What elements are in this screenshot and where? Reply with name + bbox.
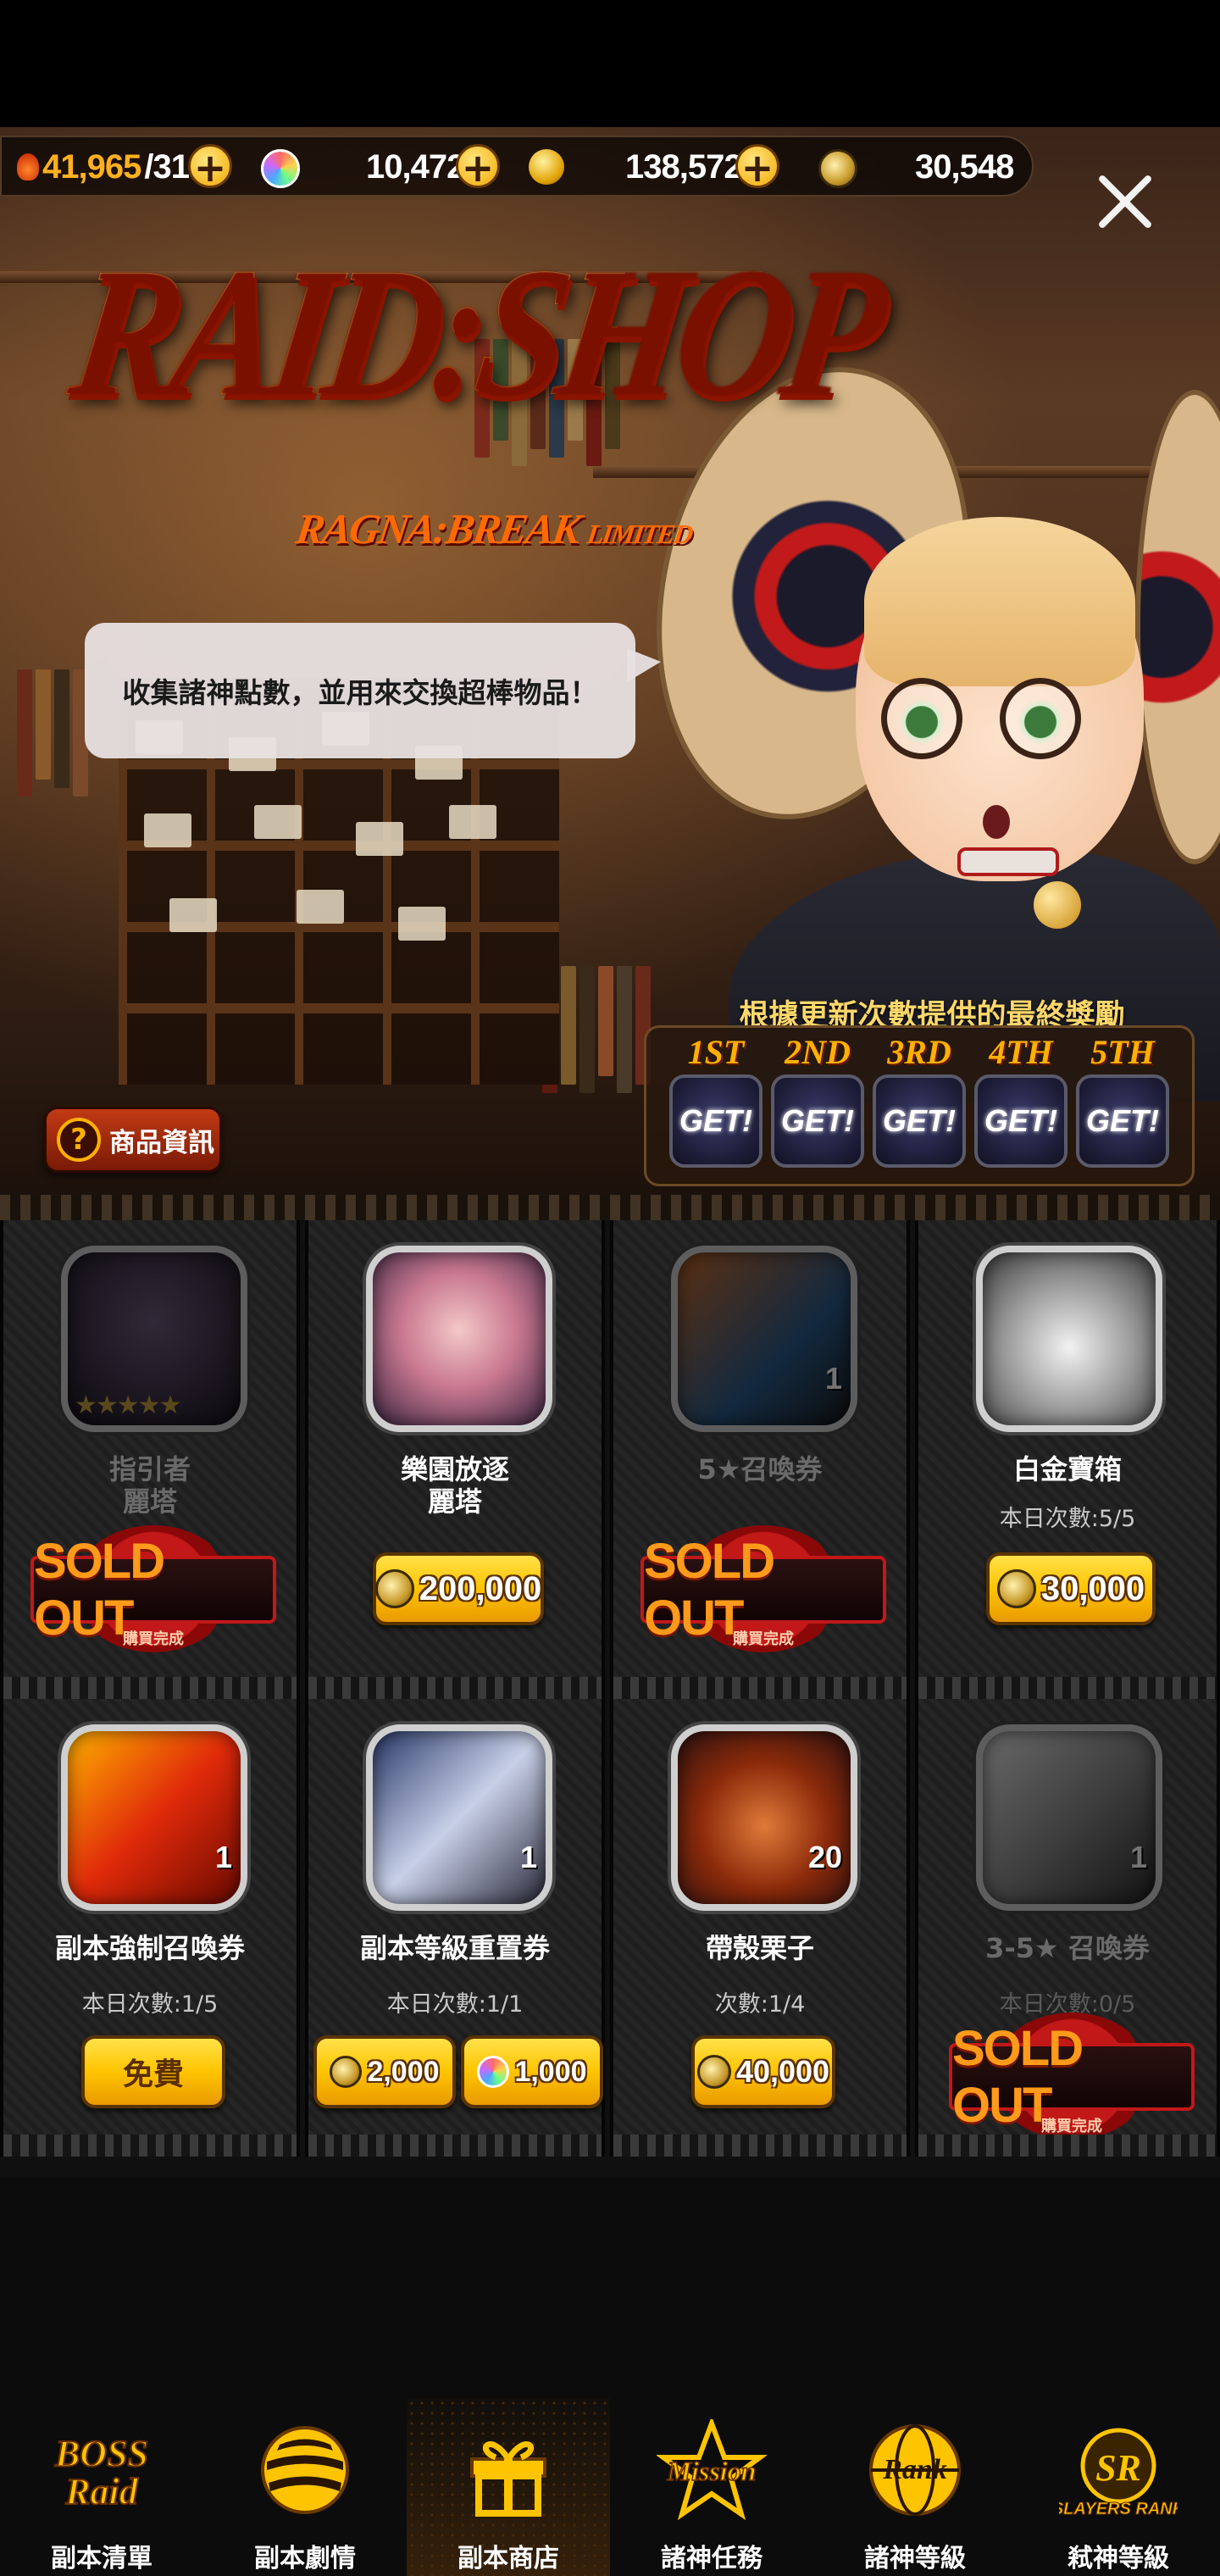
svg-text:Raid: Raid (64, 2471, 139, 2512)
rank-label-3rd: 3RD (887, 1033, 951, 1071)
item-thumbnail: 1 (61, 1724, 247, 1911)
gold-coin-stack-icon (529, 149, 564, 185)
striped-ball-icon (246, 2415, 364, 2525)
buy-button[interactable]: 40,000 (691, 2035, 835, 2108)
stamina-counter: 41,965 /314 (17, 146, 208, 188)
slayers-rank-icon: SR SLAYERS RANK (1059, 2415, 1178, 2525)
mission-star-icon: Mission (652, 2415, 771, 2525)
nav-raid-shop[interactable]: 副本商店 (407, 2398, 610, 2576)
raid-shop-logo: RAID:SHOP (47, 230, 890, 528)
shop-item-guide-rita[interactable]: ★★★★★ 指引者 麗塔 SOLD OUT 購買完成 (0, 1220, 300, 1699)
gift-box-icon (449, 2415, 568, 2525)
reward-get-button-4th[interactable]: GET! (974, 1074, 1068, 1168)
shop-item-chestnut[interactable]: 20 帶殼栗子 次數:1/4 40,000 (610, 1699, 910, 2157)
shop-item-forced-summon-ticket[interactable]: 1 副本強制召喚券 本日次數:1/5 免費 (0, 1699, 300, 2157)
svg-text:SR: SR (1095, 2447, 1141, 2489)
ragna-break-subtitle: RAGNA:BREAK LIMITED (293, 505, 694, 552)
buy-with-raid-points-button[interactable]: 2,000 (313, 2035, 456, 2108)
nav-missions[interactable]: Mission 諸神任務 (610, 2398, 813, 2576)
svg-text:SLAYERS RANK: SLAYERS RANK (1059, 2500, 1178, 2518)
rank-label-5th: 5TH (1090, 1033, 1155, 1071)
boss-raid-icon: BOSS Raid (42, 2415, 161, 2525)
raid-medal-icon (696, 2055, 731, 2089)
raid-medal-icon (818, 149, 857, 188)
nav-raid-story[interactable]: 副本劇情 (203, 2398, 407, 2576)
banner-divider (0, 1195, 1220, 1220)
rainbow-gem-icon (261, 149, 300, 188)
item-thumbnail: 1 (671, 1246, 857, 1432)
item-thumbnail: ★★★★★ (61, 1246, 247, 1432)
shop-item-platinum-chest[interactable]: 白金寶箱 本日次數:5/5 30,000 (915, 1220, 1220, 1699)
svg-text:Mission: Mission (667, 2456, 757, 2486)
buy-with-gems-button[interactable]: 1,000 (461, 2035, 603, 2108)
sold-out-stamp: SOLD OUT 購買完成 (949, 2012, 1195, 2140)
shop-item-3-5star-summon-ticket[interactable]: 1 3-5★ 召喚券 本日次數:0/5 SOLD OUT 購買完成 (915, 1699, 1220, 2157)
add-stamina-button[interactable]: + (188, 144, 232, 189)
flame-heart-icon (17, 153, 39, 180)
nav-god-level[interactable]: Rank 諸神等級 (813, 2398, 1017, 2576)
raid-points-counter: 30,548 (915, 147, 1014, 186)
speech-bubble: 收集諸神點數，並用來交換超棒物品！ (85, 623, 661, 758)
item-thumbnail (976, 1246, 1162, 1432)
sold-out-stamp: SOLD OUT 購買完成 (640, 1525, 886, 1652)
item-thumbnail: 1 (366, 1724, 552, 1911)
nav-raid-list[interactable]: BOSS Raid 副本清單 (0, 2398, 203, 2576)
rank-label-4th: 4TH (989, 1033, 1053, 1071)
buy-button[interactable]: 30,000 (986, 1552, 1156, 1625)
rainbow-gem-icon (477, 2056, 510, 2088)
rank-label-2nd: 2ND (785, 1033, 851, 1071)
reward-get-button-3rd[interactable]: GET! (873, 1074, 966, 1168)
raid-medal-icon (374, 1569, 414, 1608)
item-thumbnail: 20 (671, 1724, 857, 1911)
reward-get-button-5th[interactable]: GET! (1076, 1074, 1169, 1168)
raid-medal-icon (330, 2056, 363, 2088)
add-gold-button[interactable]: + (735, 144, 779, 189)
add-gems-button[interactable]: + (456, 144, 500, 189)
reward-get-button-1st[interactable]: GET! (669, 1074, 762, 1168)
sold-out-stamp: SOLD OUT 購買完成 (30, 1525, 276, 1652)
gem-counter: 10,472 (366, 147, 465, 186)
svg-text:Rank: Rank (882, 2454, 947, 2485)
reward-get-button-2nd[interactable]: GET! (771, 1074, 864, 1168)
raid-medal-icon (996, 1569, 1036, 1608)
item-thumbnail (366, 1246, 552, 1432)
close-button[interactable] (1093, 169, 1157, 234)
shop-item-5star-summon-ticket[interactable]: 1 5★召喚券 SOLD OUT 購買完成 (610, 1220, 910, 1699)
rank-globe-icon: Rank (856, 2415, 974, 2525)
rank-label-1st: 1ST (687, 1033, 745, 1071)
status-bar-area (0, 0, 1220, 127)
free-claim-button[interactable]: 免費 (81, 2035, 225, 2108)
product-info-button[interactable]: ? 商品資訊 (44, 1107, 222, 1173)
shop-item-level-reset-ticket[interactable]: 1 副本等級重置券 本日次數:1/1 2,000 1,000 (305, 1699, 605, 2157)
question-icon: ? (57, 1118, 101, 1162)
item-thumbnail: 1 (976, 1724, 1162, 1911)
gold-counter: 138,572 (625, 147, 743, 186)
buy-button[interactable]: 200,000 (373, 1552, 544, 1625)
svg-text:BOSS: BOSS (54, 2433, 148, 2474)
shop-item-paradise-exile-rita[interactable]: 樂園放逐 麗塔 200,000 (305, 1220, 605, 1699)
nav-slayer-level[interactable]: SR SLAYERS RANK 弒神等級 (1017, 2398, 1220, 2576)
